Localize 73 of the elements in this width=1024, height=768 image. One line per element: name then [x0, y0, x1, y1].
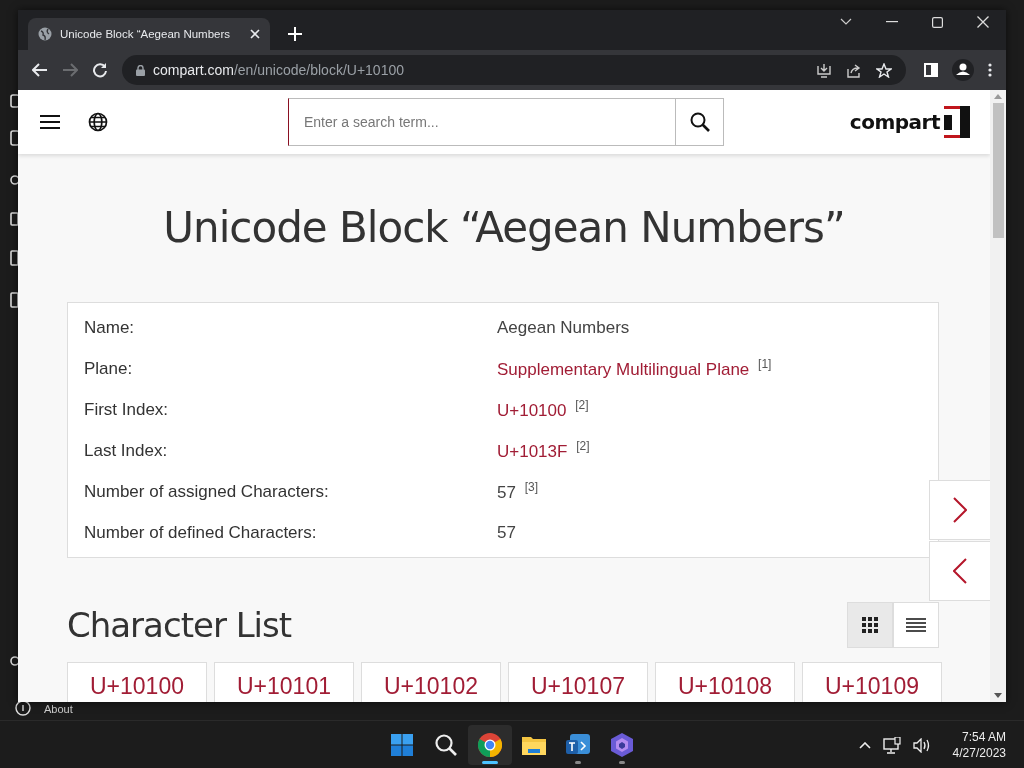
about-label[interactable]: About [44, 703, 73, 715]
back-icon[interactable] [32, 63, 48, 77]
list-view-button[interactable] [893, 602, 939, 648]
character-card[interactable]: U+10109 [802, 662, 942, 702]
character-card[interactable]: U+10108 [655, 662, 795, 702]
property-link[interactable]: Supplementary Multilingual Plane [497, 359, 750, 379]
section-heading: Character List [67, 605, 293, 645]
maximize-icon[interactable] [932, 16, 943, 28]
search-icon [689, 112, 710, 132]
network-icon[interactable] [882, 736, 901, 754]
page-title: Unicode Block “Aegean Numbers” [162, 202, 846, 254]
hexagon-app-icon[interactable] [611, 733, 633, 757]
url-text: compart.com/en/unicode/block/U+10100 [153, 62, 404, 78]
character-card[interactable]: U+10102 [361, 662, 501, 702]
character-card[interactable]: U+10101 [214, 662, 354, 702]
property-label: First Index: [83, 399, 170, 420]
character-card[interactable]: U+10107 [508, 662, 648, 702]
search-field[interactable]: Enter a search term... [288, 98, 676, 146]
side-panel-icon[interactable] [924, 63, 938, 77]
property-label: Name: [83, 317, 136, 338]
scrollbar-thumb[interactable] [992, 103, 1004, 238]
minimize-icon[interactable] [886, 21, 898, 23]
browser-icon[interactable] [478, 733, 502, 757]
close-icon[interactable] [977, 16, 989, 28]
globe-icon [38, 27, 52, 41]
property-label: Number of assigned Characters: [83, 481, 330, 502]
new-tab-icon[interactable] [288, 27, 302, 41]
property-link[interactable]: U+1013F [497, 441, 568, 461]
tab-title: Unicode Block “Aegean Numbers [60, 28, 232, 40]
info-icon[interactable] [14, 700, 32, 716]
profile-icon[interactable] [952, 59, 974, 81]
property-label: Last Index: [83, 440, 169, 461]
property-value: 57 [497, 482, 516, 502]
footnote-ref[interactable]: [2] [575, 398, 589, 413]
grid-view-button[interactable] [847, 602, 893, 648]
property-value: Aegean Numbers [497, 317, 630, 337]
lock-icon [136, 64, 145, 76]
reload-icon[interactable] [92, 62, 108, 78]
share-icon[interactable] [846, 62, 862, 78]
clock-time[interactable]: 7:54 AM [961, 729, 1006, 745]
globe-icon[interactable] [88, 112, 108, 132]
clock-date[interactable]: 4/27/2023 [952, 745, 1006, 761]
character-card[interactable]: U+10100 [67, 662, 207, 702]
footnote-ref[interactable]: [2] [576, 439, 590, 454]
property-label: Plane: [83, 358, 134, 379]
chevron-down-icon[interactable] [840, 18, 852, 26]
volume-icon[interactable] [912, 737, 931, 753]
chat-app-icon[interactable] [566, 734, 590, 756]
logo-mark-icon[interactable] [944, 106, 970, 138]
chevron-up-icon[interactable] [858, 741, 871, 749]
grid-icon [862, 617, 878, 633]
windows-icon[interactable] [391, 734, 413, 756]
install-icon[interactable] [816, 62, 832, 78]
chevron-right-icon [953, 497, 967, 523]
taskbar-button[interactable] [468, 725, 512, 765]
chevron-left-icon [953, 558, 967, 584]
footnote-ref[interactable]: [1] [758, 357, 772, 372]
logo-text[interactable]: compart [849, 110, 940, 134]
star-icon[interactable] [876, 62, 892, 78]
property-label: Number of defined Characters: [83, 522, 318, 543]
menu-icon[interactable] [40, 115, 60, 129]
more-icon[interactable] [988, 63, 992, 77]
footnote-ref[interactable]: [3] [524, 480, 538, 495]
property-value: 57 [497, 522, 516, 542]
browser-tab[interactable]: Unicode Block “Aegean Numbers [28, 18, 270, 50]
close-icon[interactable] [250, 29, 260, 39]
folder-icon[interactable] [522, 735, 546, 755]
scroll-down-icon[interactable] [994, 693, 1002, 698]
property-link[interactable]: U+10100 [497, 400, 567, 420]
list-icon [906, 618, 926, 632]
search-icon[interactable] [435, 734, 457, 756]
address-bar[interactable]: compart.com/en/unicode/block/U+10100 [122, 55, 906, 85]
search-button[interactable] [676, 98, 724, 146]
